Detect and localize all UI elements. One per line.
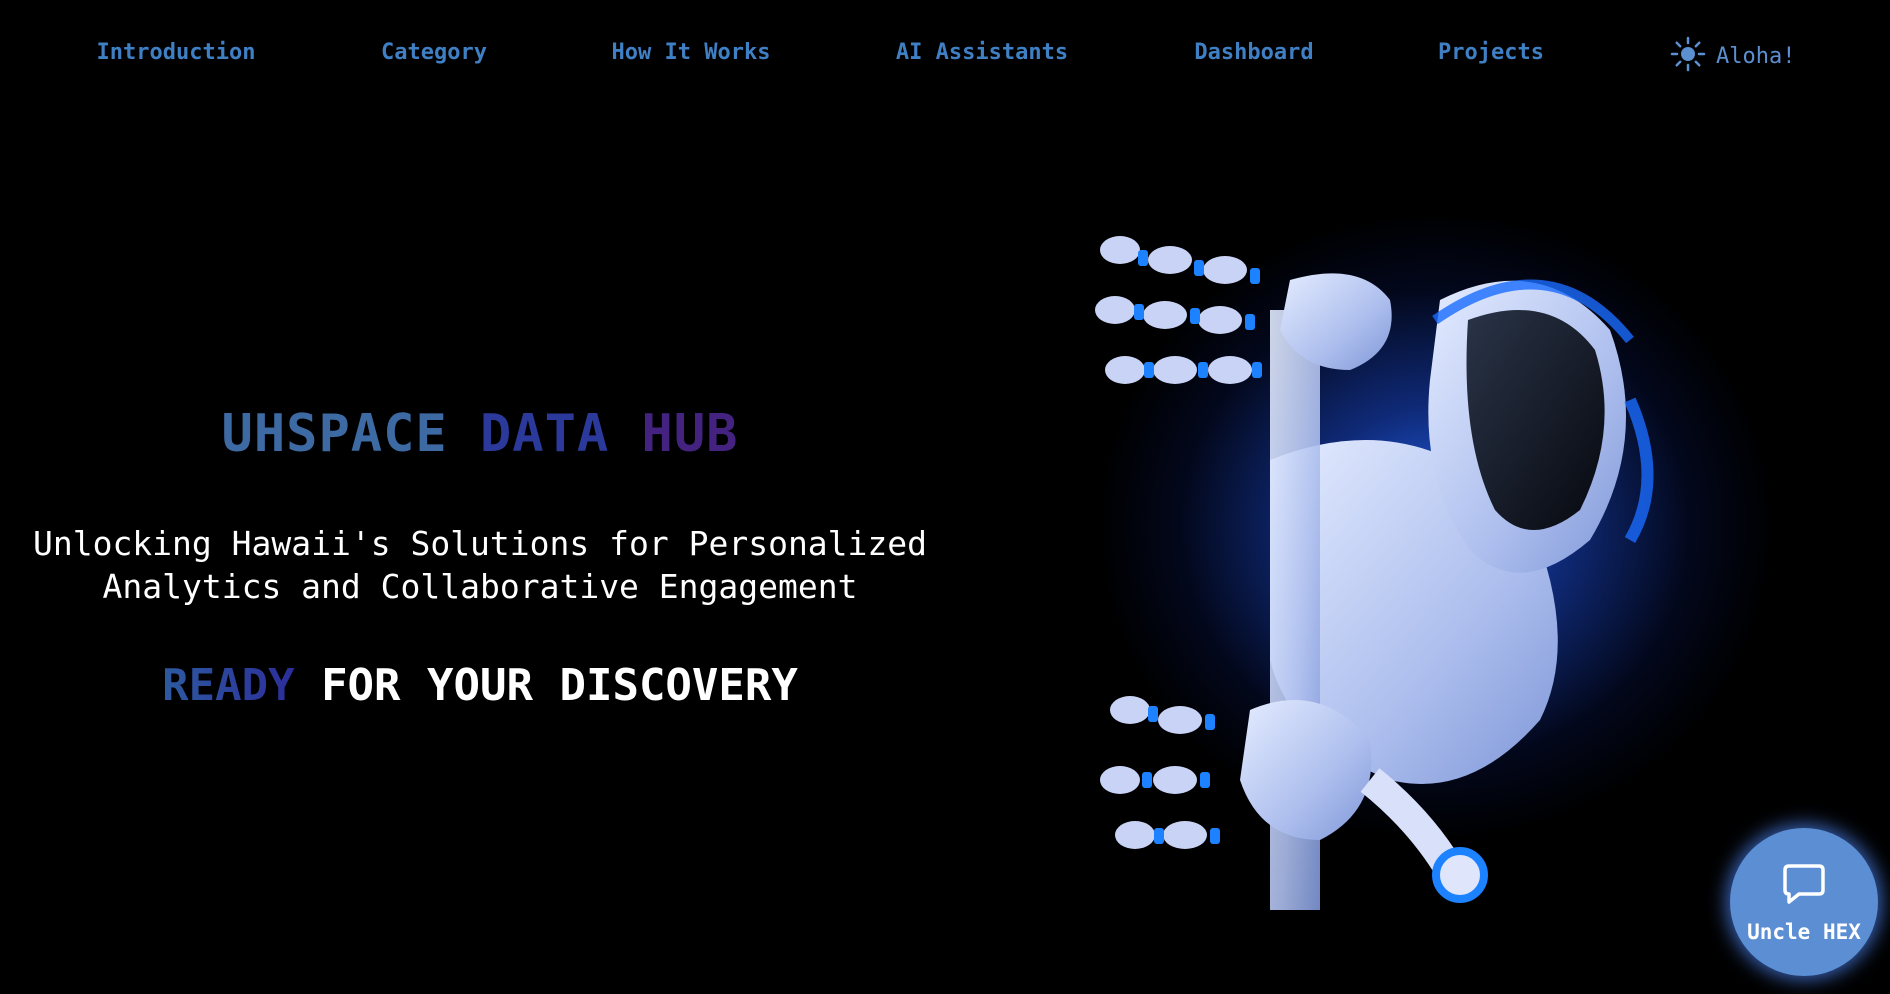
hero-section: UHSPACE DATA HUB Unlocking Hawaii's Solu… [0, 380, 960, 711]
hero-title-part2: DATA [480, 404, 610, 464]
hero-subtitle: Unlocking Hawaii's Solutions for Persona… [0, 522, 960, 608]
chat-assistant-label: Uncle HEX [1747, 920, 1861, 944]
hero-title-part3: HUB [641, 404, 739, 464]
nav-projects[interactable]: Projects [1438, 40, 1544, 65]
top-navigation: Introduction Category How It Works AI As… [0, 0, 1890, 104]
nav-how-it-works[interactable]: How It Works [612, 40, 771, 65]
hero-title: UHSPACE DATA HUB [0, 404, 960, 464]
robot-illustration [1095, 236, 1654, 910]
chat-assistant-button[interactable]: Uncle HEX [1730, 828, 1878, 976]
chat-bubble-icon [1781, 860, 1827, 910]
sun-icon [1670, 36, 1706, 76]
hero-tagline: READY FOR YOUR DISCOVERY [0, 660, 960, 711]
hero-tagline-rest: FOR YOUR DISCOVERY [321, 660, 798, 711]
nav-dashboard[interactable]: Dashboard [1194, 40, 1313, 65]
hero-tagline-highlight: READY [162, 660, 295, 711]
nav-introduction[interactable]: Introduction [97, 40, 256, 65]
hero-subtitle-line2: Analytics and Collaborative Engagement [102, 567, 858, 606]
hero-title-part1: UHSPACE [221, 404, 448, 464]
theme-toggle-greeting[interactable]: Aloha! [1670, 36, 1795, 76]
hero-subtitle-line1: Unlocking Hawaii's Solutions for Persona… [32, 524, 928, 563]
greeting-text: Aloha! [1716, 43, 1796, 69]
nav-ai-assistants[interactable]: AI Assistants [896, 40, 1068, 65]
nav-category[interactable]: Category [381, 40, 487, 65]
